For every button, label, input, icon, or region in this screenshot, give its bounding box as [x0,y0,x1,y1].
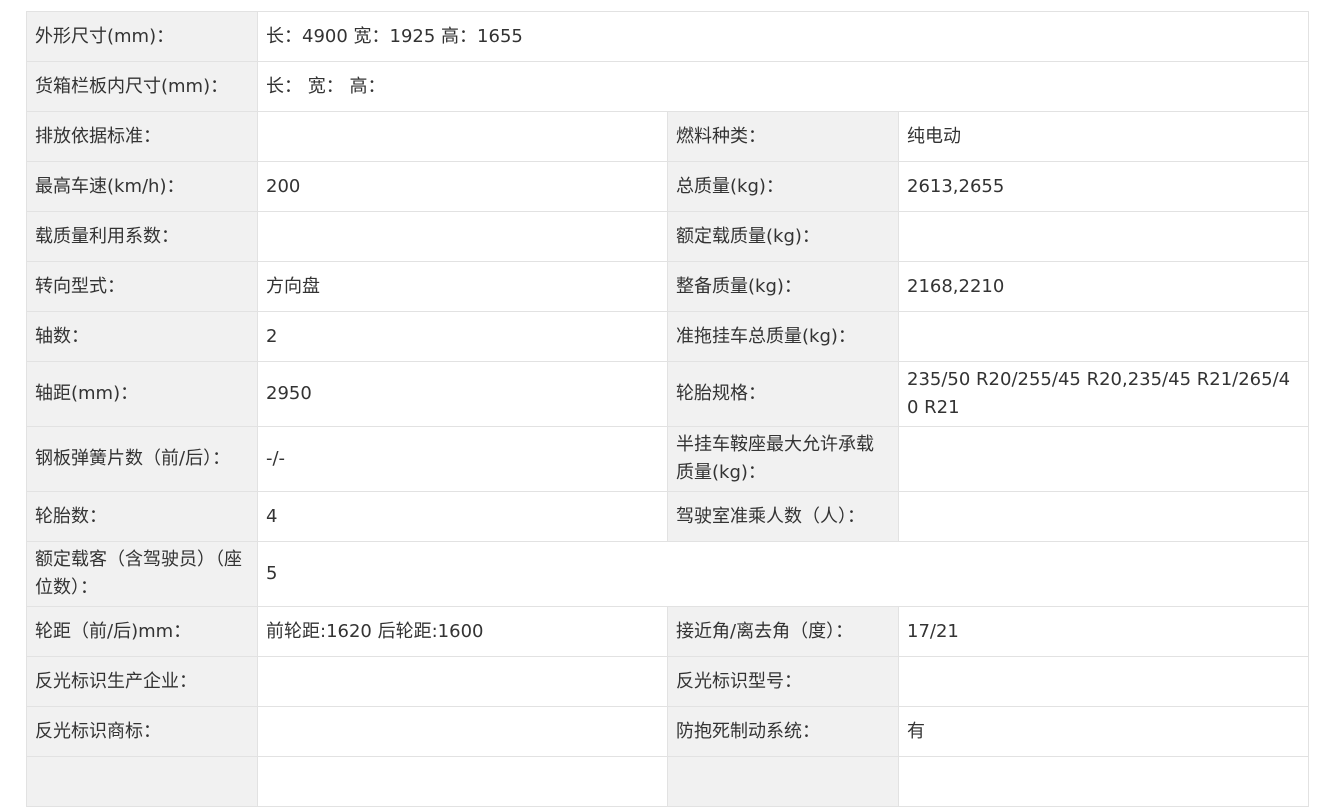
spec-value: -/- [257,426,668,492]
spec-label: 反光标识商标： [26,706,258,757]
spec-label: 外形尺寸(mm)： [26,11,258,62]
table-row [26,756,1310,807]
spec-value: 方向盘 [257,261,668,312]
spec-value: 长：4900 宽：1925 高：1655 [256,11,1310,62]
spec-value [257,111,668,162]
spec-value [257,656,668,707]
spec-label: 货箱栏板内尺寸(mm)： [26,61,258,112]
spec-value [257,756,668,807]
spec-value [897,211,1310,262]
spec-value [257,706,668,757]
spec-label: 载质量利用系数： [26,211,258,262]
table-row: 轴距(mm)： 2950 轮胎规格： 235/50 R20/255/45 R20… [26,361,1310,427]
spec-value: 4 [257,491,668,542]
spec-value: 2613,2655 [897,161,1310,212]
spec-value: 200 [257,161,668,212]
table-row: 轴数： 2 准拖挂车总质量(kg)： [26,311,1310,362]
spec-label: 驾驶室准乘人数（人）： [667,491,899,542]
table-row: 额定载客（含驾驶员）（座位数）： 5 [26,541,1310,607]
spec-label: 半挂车鞍座最大允许承载质量(kg)： [667,426,899,492]
spec-label: 最高车速(km/h)： [26,161,258,212]
spec-value: 2168,2210 [897,261,1310,312]
spec-value [897,311,1310,362]
spec-label: 接近角/离去角（度）： [667,606,899,657]
spec-value: 长： 宽： 高： [256,61,1310,112]
spec-value: 2950 [257,361,668,427]
spec-value: 235/50 R20/255/45 R20,235/45 R21/265/40 … [897,361,1310,427]
spec-label: 轴数： [26,311,258,362]
table-row: 轮胎数： 4 驾驶室准乘人数（人）： [26,491,1310,542]
spec-label [667,756,899,807]
table-row: 货箱栏板内尺寸(mm)： 长： 宽： 高： [26,61,1310,112]
spec-label: 额定载客（含驾驶员）（座位数）： [26,541,258,607]
spec-label: 轮距（前/后)mm： [26,606,258,657]
spec-value: 5 [256,541,1310,607]
spec-value: 有 [897,706,1310,757]
table-row: 反光标识生产企业： 反光标识型号： [26,656,1310,707]
table-row: 排放依据标准： 燃料种类： 纯电动 [26,111,1310,162]
spec-label [26,756,258,807]
spec-label: 钢板弹簧片数（前/后）： [26,426,258,492]
spec-label: 反光标识型号： [667,656,899,707]
spec-value: 前轮距:1620 后轮距:1600 [257,606,668,657]
spec-value: 17/21 [897,606,1310,657]
table-row: 转向型式： 方向盘 整备质量(kg)： 2168,2210 [26,261,1310,312]
table-row: 钢板弹簧片数（前/后）： -/- 半挂车鞍座最大允许承载质量(kg)： [26,426,1310,492]
spec-value [257,211,668,262]
spec-value: 纯电动 [897,111,1310,162]
vehicle-spec-table: 外形尺寸(mm)： 长：4900 宽：1925 高：1655 货箱栏板内尺寸(m… [26,11,1310,807]
spec-label: 准拖挂车总质量(kg)： [667,311,899,362]
spec-label: 转向型式： [26,261,258,312]
spec-value [897,491,1310,542]
table-row: 载质量利用系数： 额定载质量(kg)： [26,211,1310,262]
spec-value [897,756,1310,807]
spec-label: 轮胎规格： [667,361,899,427]
spec-label: 额定载质量(kg)： [667,211,899,262]
table-row: 最高车速(km/h)： 200 总质量(kg)： 2613,2655 [26,161,1310,212]
spec-value [897,426,1310,492]
spec-label: 燃料种类： [667,111,899,162]
spec-label: 轮胎数： [26,491,258,542]
table-row: 轮距（前/后)mm： 前轮距:1620 后轮距:1600 接近角/离去角（度）：… [26,606,1310,657]
spec-label: 防抱死制动系统： [667,706,899,757]
spec-label: 反光标识生产企业： [26,656,258,707]
spec-label: 排放依据标准： [26,111,258,162]
table-row: 外形尺寸(mm)： 长：4900 宽：1925 高：1655 [26,11,1310,62]
spec-label: 总质量(kg)： [667,161,899,212]
table-row: 反光标识商标： 防抱死制动系统： 有 [26,706,1310,757]
spec-label: 轴距(mm)： [26,361,258,427]
spec-label: 整备质量(kg)： [667,261,899,312]
spec-value: 2 [257,311,668,362]
spec-value [897,656,1310,707]
